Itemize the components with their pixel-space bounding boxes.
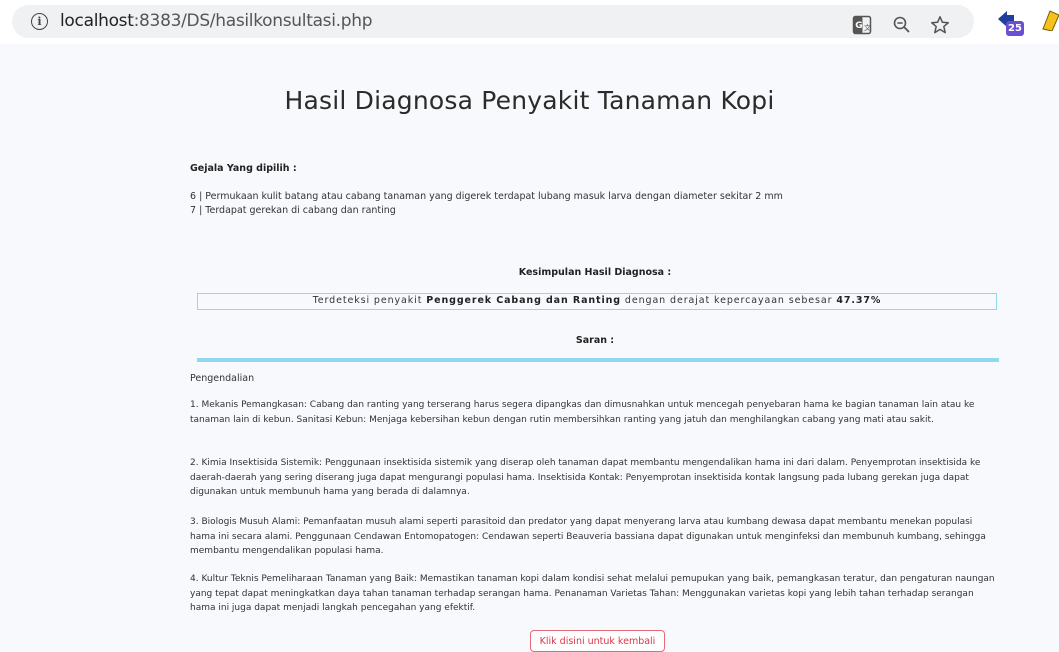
page-title: Hasil Diagnosa Penyakit Tanaman Kopi [284, 86, 775, 115]
advice-item: 2. Kimia Insektisida Sistemik: Penggunaa… [190, 458, 981, 498]
site-info-icon[interactable]: i [31, 13, 48, 30]
conclusion-prefix: Terdeteksi penyakit [312, 295, 427, 306]
browser-toolbar: i localhost:8383/DS/hasilkonsultasi.php … [0, 0, 1059, 44]
translate-icon[interactable]: G 文 [852, 15, 872, 35]
symptom-item: 7 | Terdapat gerekan di cabang dan ranti… [190, 205, 396, 216]
svg-text:文: 文 [864, 23, 871, 32]
conclusion-middle: dengan derajat kepercayaan sebesar [621, 295, 837, 306]
disease-name: Penggerek Cabang dan Ranting [426, 295, 622, 306]
extension-badge: 25 [1006, 21, 1024, 36]
url-path: :8383/DS/hasilkonsultasi.php [133, 11, 373, 31]
symptom-list: 6 | Permukaan kulit batang atau cabang t… [190, 190, 1000, 218]
advice-item: 1. Mekanis Pemangkasan: Cabang dan ranti… [190, 400, 975, 425]
symptoms-heading: Gejala Yang dipilih : [190, 163, 297, 174]
svg-text:G: G [855, 21, 862, 31]
url-host: localhost [60, 11, 134, 31]
confidence-value: 47.37% [836, 295, 882, 306]
bookmark-star-icon[interactable] [930, 15, 950, 35]
conclusion-heading: Kesimpulan Hasil Diagnosa : [518, 267, 672, 278]
advice-intro: Pengendalian [190, 373, 255, 384]
back-button[interactable]: Klik disini untuk kembali [530, 630, 665, 652]
advice-item: 3. Biologis Musuh Alami: Pemanfaatan mus… [190, 517, 986, 557]
zoom-out-icon[interactable] [892, 15, 912, 35]
advice-heading: Saran : [575, 335, 615, 346]
advice-divider [197, 358, 999, 362]
address-bar[interactable]: i localhost:8383/DS/hasilkonsultasi.php … [12, 5, 974, 38]
symptom-item: 6 | Permukaan kulit batang atau cabang t… [190, 191, 783, 202]
conclusion-box: Terdeteksi penyakit Penggerek Cabang dan… [197, 293, 997, 310]
url-text[interactable]: localhost:8383/DS/hasilkonsultasi.php [60, 11, 373, 31]
advice-item: 4. Kultur Teknis Pemeliharaan Tanaman ya… [190, 574, 995, 614]
extension-tag-icon[interactable] [1040, 9, 1059, 31]
